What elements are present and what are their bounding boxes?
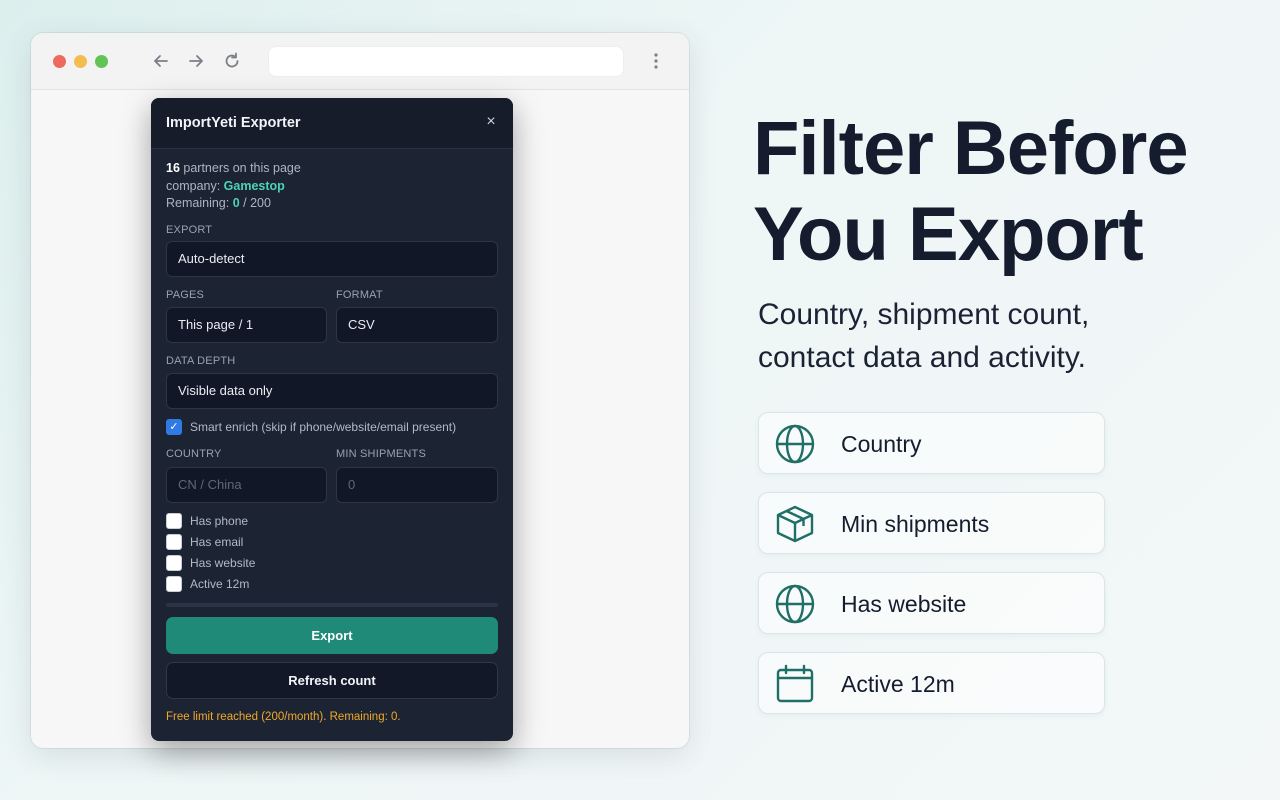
country-input[interactable]: CN / China: [166, 467, 327, 503]
feature-label-min-shipments: Min shipments: [841, 511, 990, 537]
box-icon: [775, 504, 815, 544]
export-label: EXPORT: [166, 224, 213, 236]
min-shipments-label: MIN SHIPMENTS: [336, 448, 426, 460]
remaining-label: Remaining:: [166, 196, 233, 210]
company-line: company: Gamestop: [166, 178, 301, 196]
export-select[interactable]: Auto-detect: [166, 241, 498, 277]
browser-toolbar: [31, 33, 689, 90]
company-label: company:: [166, 178, 224, 193]
close-icon[interactable]: ×: [483, 113, 499, 131]
popup-header: ImportYeti Exporter ×: [151, 98, 513, 149]
data-depth-select[interactable]: Visible data only: [166, 373, 498, 409]
smart-enrich-checkbox[interactable]: ✓: [166, 419, 182, 435]
has-email-checkbox[interactable]: [166, 534, 182, 550]
subtitle: Country, shipment count, contact data an…: [758, 293, 1178, 379]
smart-enrich-label: Smart enrich (skip if phone/website/emai…: [190, 420, 457, 434]
export-progress-bar: [166, 603, 498, 607]
feature-label-has-website: Has website: [841, 591, 967, 617]
page-info: 16 partners on this page company: Gamest…: [166, 160, 301, 213]
feature-label-active-12m: Active 12m: [841, 671, 955, 697]
refresh-count-button[interactable]: Refresh count: [166, 662, 498, 699]
active-12m-checkbox[interactable]: [166, 576, 182, 592]
limit-warning: Free limit reached (200/month). Remainin…: [166, 711, 401, 723]
pages-select[interactable]: This page / 1: [166, 307, 327, 343]
headline-line-2: You Export: [753, 192, 1144, 277]
feature-card-active-12m: Active 12m: [758, 652, 1105, 714]
feature-card-country: Country: [758, 412, 1105, 474]
remaining-value: 0: [232, 196, 240, 210]
close-window-dot[interactable]: [53, 55, 66, 68]
globe-icon: [775, 584, 815, 624]
format-select[interactable]: CSV: [336, 307, 498, 343]
has-phone-checkbox[interactable]: [166, 513, 182, 529]
has-email-label: Has email: [190, 535, 244, 549]
reload-icon[interactable]: [221, 50, 243, 72]
subtitle-line-1: Country, shipment count,: [758, 298, 1090, 331]
has-phone-label: Has phone: [190, 514, 249, 528]
forward-arrow-icon[interactable]: [185, 50, 207, 72]
maximize-window-dot[interactable]: [95, 55, 108, 68]
has-website-label: Has website: [190, 556, 256, 570]
country-label: COUNTRY: [166, 448, 222, 460]
partners-line: 16 partners on this page: [166, 160, 301, 178]
remaining-line: Remaining: 0 / 200: [166, 195, 301, 213]
company-name: Gamestop: [223, 178, 285, 193]
active-12m-label: Active 12m: [190, 577, 250, 591]
exporter-popup: ImportYeti Exporter × 16 partners on thi…: [151, 98, 513, 741]
has-website-checkbox[interactable]: [166, 555, 182, 571]
back-arrow-icon[interactable]: [150, 50, 172, 72]
feature-label-country: Country: [841, 431, 922, 457]
globe-icon: [775, 424, 815, 464]
address-bar[interactable]: [268, 46, 624, 77]
partners-text: partners on this page: [179, 161, 301, 175]
popup-title: ImportYeti Exporter: [166, 115, 301, 131]
feature-card-min-shipments: Min shipments: [758, 492, 1105, 554]
feature-card-has-website: Has website: [758, 572, 1105, 634]
pages-label: PAGES: [166, 289, 205, 301]
partners-count: 16: [166, 161, 180, 175]
minimize-window-dot[interactable]: [74, 55, 87, 68]
headline-line-1: Filter Before: [753, 106, 1189, 191]
data-depth-label: DATA DEPTH: [166, 355, 236, 367]
export-button[interactable]: Export: [166, 617, 498, 654]
calendar-icon: [775, 664, 815, 704]
headline: Filter Before You Export: [753, 106, 1253, 278]
more-menu-icon[interactable]: [646, 50, 666, 72]
format-label: FORMAT: [336, 289, 383, 301]
subtitle-line-2: contact data and activity.: [758, 341, 1086, 374]
min-shipments-input[interactable]: 0: [336, 467, 498, 503]
remaining-total: / 200: [239, 196, 271, 210]
